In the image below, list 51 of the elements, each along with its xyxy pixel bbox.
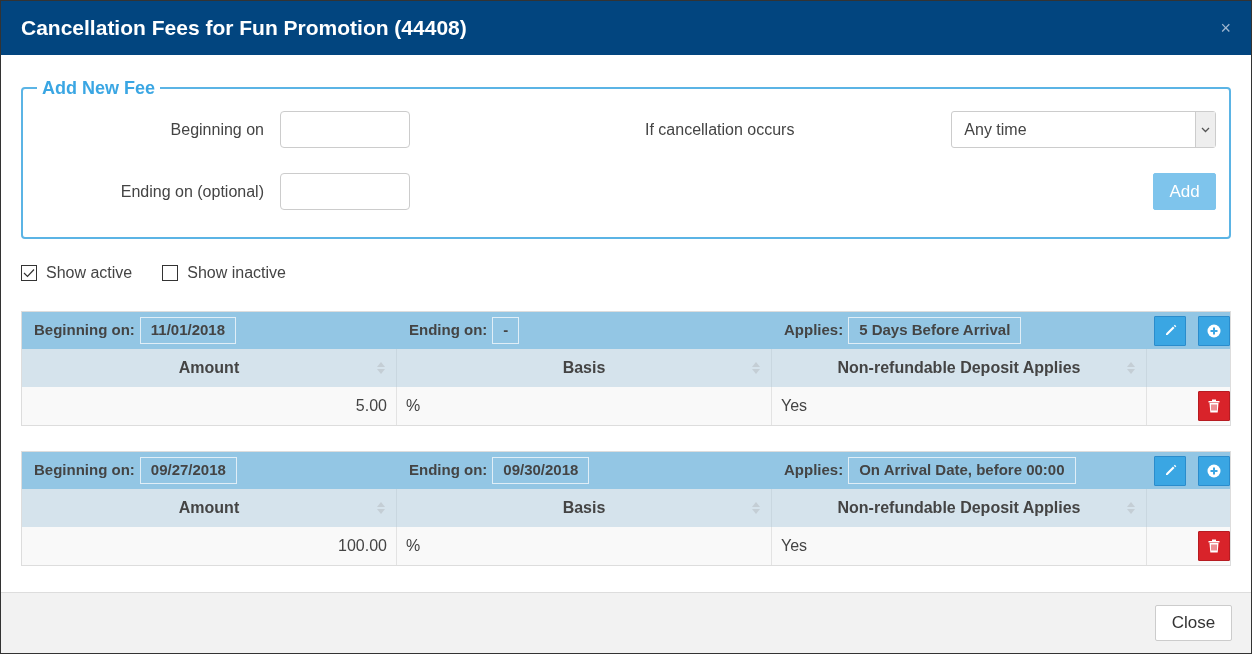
field-value: 5 Days Before Arrival [848,317,1022,344]
column-header[interactable]: Amount [178,356,240,380]
dialog-title: Cancellation Fees for Fun Promotion (44408) [21,15,467,42]
table-cell: Yes [772,387,1147,425]
field-label: Ending on: [409,320,488,341]
field-value: On Arrival Date, before 00:00 [848,457,1076,484]
trash-icon [1208,399,1220,413]
check-icon [23,268,35,278]
date-input[interactable] [280,173,410,210]
column-header[interactable]: Basis [562,356,606,380]
column-header[interactable]: Non-refundable Deposit Applies [837,496,1081,520]
pencil-icon [1163,324,1177,337]
close-button[interactable]: Close [1155,605,1232,641]
column-header[interactable]: Amount [178,496,240,520]
field-value: - [492,317,520,344]
plus-circle-icon [1207,463,1221,478]
delete-button[interactable] [1198,531,1230,561]
close-button[interactable]: × [1220,19,1231,37]
field-label: Beginning on: [34,460,135,481]
field-label: Beginning on: [34,320,135,341]
table-cell: 5.00 [22,387,397,425]
edit-button[interactable] [1154,455,1186,486]
add-button[interactable] [1198,455,1230,486]
field-value: 09/27/2018 [139,457,237,484]
checkbox[interactable] [162,265,179,281]
checkbox-label: Show inactive [187,263,286,283]
field-label: Ending on (optional) [119,181,264,202]
caret-icon [1201,126,1210,133]
field-value: 09/30/2018 [492,457,590,484]
edit-button[interactable] [1154,315,1186,346]
checkbox[interactable] [21,265,37,281]
field-label: Beginning on [169,119,264,140]
date-input[interactable] [280,111,410,148]
table-cell: 100.00 [22,527,397,565]
add-button[interactable] [1198,315,1230,346]
delete-button[interactable] [1198,391,1230,421]
field-value: 11/01/2018 [139,317,237,344]
checkbox-label: Show active [46,263,133,283]
field-label: Applies: [784,460,844,481]
dropdown-select[interactable]: Any time [951,111,1216,148]
table-cell: Yes [772,527,1147,565]
plus-circle-icon [1207,323,1221,338]
column-header[interactable]: Basis [562,496,606,520]
trash-icon [1208,539,1220,553]
field-label: Ending on: [409,460,488,481]
pencil-icon [1163,464,1177,477]
table-cell: % [397,527,772,565]
column-header[interactable]: Non-refundable Deposit Applies [837,356,1081,380]
table-cell: % [397,387,772,425]
field-label: If cancellation occurs [645,119,796,140]
field-label: Applies: [784,320,844,341]
